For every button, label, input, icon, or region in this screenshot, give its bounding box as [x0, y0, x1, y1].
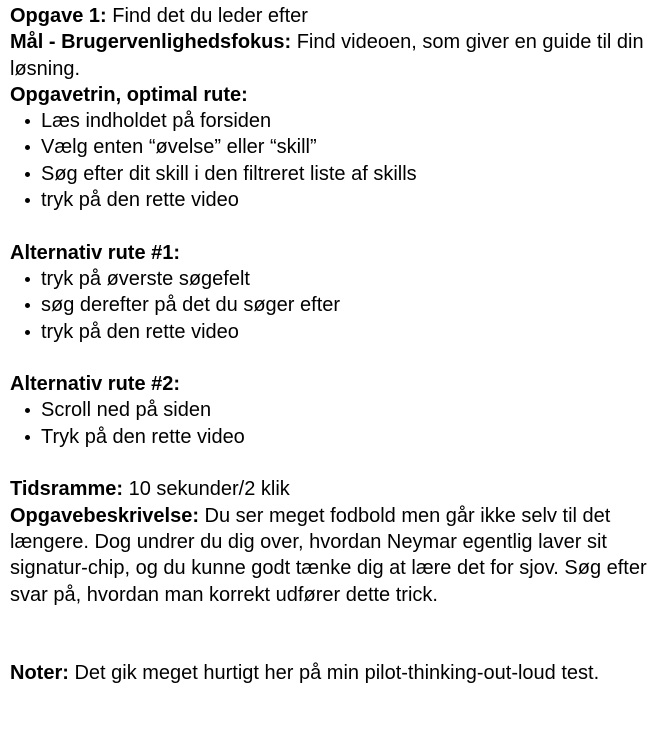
alt-route-1-heading: Alternativ rute #1: [10, 241, 181, 264]
list-item: Scroll ned på siden [22, 397, 660, 423]
timeframe-line: Tidsramme: 10 sekunder/2 klik [10, 476, 660, 502]
alt-route-2-list: Scroll ned på siden Tryk på den rette vi… [10, 397, 660, 450]
task-document: Opgave 1: Find det du leder efter Mål - … [0, 0, 660, 687]
task-title-line: Opgave 1: Find det du leder efter [10, 3, 660, 29]
list-item: Vælg enten “øvelse” eller “skill” [22, 134, 660, 160]
notes-paragraph: Noter: Det gik meget hurtigt her på min … [10, 660, 660, 686]
list-item: tryk på den rette video [22, 319, 660, 345]
task-goal-line: Mål - Brugervenlighedsfokus: Find videoe… [10, 29, 660, 82]
description-label: Opgavebeskrivelse: [10, 504, 199, 527]
notes-label: Noter: [10, 662, 69, 685]
optimal-route-heading: Opgavetrin, optimal rute: [10, 83, 248, 106]
notes-text: Det gik meget hurtigt her på min pilot-t… [68, 662, 600, 685]
task-title-text: Find det du leder efter [106, 5, 308, 27]
alt-route-1-list: tryk på øverste søgefelt søg derefter på… [10, 266, 660, 345]
task-title-label: Opgave 1: [10, 5, 107, 27]
list-item: Tryk på den rette video [22, 424, 660, 450]
description-paragraph: Opgavebeskrivelse: Du ser meget fodbold … [10, 503, 660, 608]
list-item: tryk på øverste søgefelt [22, 266, 660, 292]
timeframe-label: Tidsramme: [10, 478, 124, 501]
timeframe-text: 10 sekunder/2 klik [123, 478, 290, 501]
list-item: Søg efter dit skill i den filtreret list… [22, 161, 660, 187]
list-item: tryk på den rette video [22, 187, 660, 213]
optimal-route-list: Læs indholdet på forsiden Vælg enten “øv… [10, 108, 660, 213]
list-item: Læs indholdet på forsiden [22, 108, 660, 134]
alt-route-2-heading: Alternativ rute #2: [10, 373, 181, 396]
task-goal-label: Mål - Brugervenlighedsfokus: [10, 31, 292, 54]
list-item: søg derefter på det du søger efter [22, 292, 660, 318]
